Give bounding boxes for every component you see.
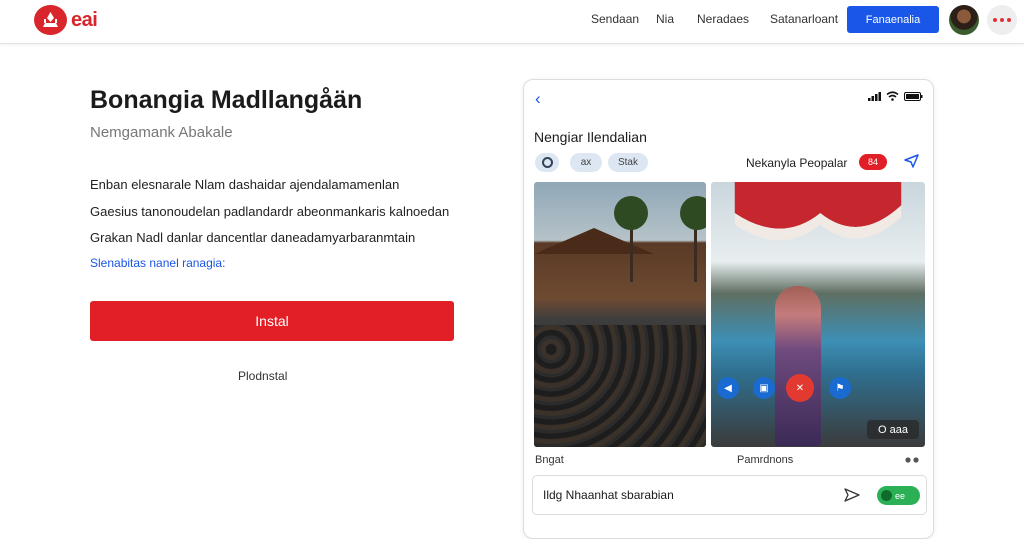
- filter-chip-3[interactable]: Stak: [608, 153, 648, 172]
- flag-control-icon[interactable]: ⚑: [829, 377, 851, 399]
- circle-icon: [541, 157, 553, 168]
- status-dot-icon: [881, 490, 892, 501]
- more-dots-icon[interactable]: [905, 456, 919, 464]
- comment-text[interactable]: Ildg Nhaanhat sbarabian: [543, 488, 674, 502]
- roof-shape: [534, 228, 654, 254]
- nav-link-4[interactable]: Satanarloant: [770, 12, 838, 26]
- details-link[interactable]: Slenabitas nanel ranagia:: [90, 256, 225, 270]
- description-line-3: Grakan Nadl danlar dancentlar daneadamya…: [90, 230, 416, 245]
- page-subtitle: Nemgamank Abakale: [90, 124, 233, 141]
- nav-link-2[interactable]: Nia: [656, 12, 674, 26]
- filter-chip-2[interactable]: ax: [570, 153, 602, 172]
- signal-icon: [868, 91, 881, 101]
- chevron-left-icon[interactable]: ‹: [535, 89, 541, 109]
- event-photo-left[interactable]: [534, 182, 706, 447]
- red-white-drape: [734, 182, 902, 241]
- secondary-install-link[interactable]: Plodnstal: [238, 369, 287, 383]
- live-badge: 84: [859, 154, 887, 170]
- dot-icon: [993, 18, 997, 22]
- end-call-icon[interactable]: ✕: [786, 374, 814, 402]
- brand-emblem-icon: [34, 5, 67, 35]
- app-preview-card: ‹ Nengiar Ilendalian ax Stak Nekanyla Pe…: [523, 79, 934, 539]
- battery-icon: [904, 91, 923, 101]
- brand-name: eai: [71, 8, 98, 31]
- preview-title: Nengiar Ilendalian: [534, 129, 647, 145]
- more-menu-button[interactable]: [987, 5, 1017, 35]
- person-figure: [775, 286, 821, 446]
- caption-center: Pamrdnons: [737, 454, 794, 466]
- nav-link-3[interactable]: Neradaes: [697, 12, 749, 26]
- page-title: Bonangia Madllangåän: [90, 86, 363, 114]
- nav-link-1[interactable]: Sendaan: [591, 12, 639, 26]
- user-avatar[interactable]: [949, 5, 979, 35]
- top-navigation-bar: eai Sendaan Nia Neradaes Satanarloant Fa…: [0, 0, 1024, 44]
- palm-tree: [614, 196, 648, 230]
- install-button[interactable]: Instal: [90, 301, 454, 341]
- send-icon[interactable]: [844, 488, 860, 502]
- filter-chip-circle[interactable]: [535, 153, 559, 172]
- camera-control-icon[interactable]: ▣: [753, 377, 775, 399]
- event-photo-right[interactable]: ◀ ▣ ✕ ⚑ O aaa: [711, 182, 925, 447]
- comment-badge-label: ee: [895, 490, 906, 501]
- palm-tree: [680, 196, 706, 230]
- event-meta-label: Nekanyla Peopalar: [746, 156, 848, 170]
- comment-input-area[interactable]: Ildg Nhaanhat sbarabian ee: [532, 475, 927, 515]
- dot-icon: [1000, 18, 1004, 22]
- brand-logo[interactable]: eai: [34, 5, 98, 35]
- wifi-icon: [886, 91, 899, 101]
- caption-left: Bngat: [535, 454, 564, 466]
- description-line-2: Gaesius tanonoudelan padlandardr abeonma…: [90, 204, 450, 219]
- photo-time-badge: O aaa: [867, 420, 919, 439]
- comment-status-badge[interactable]: ee: [877, 486, 920, 505]
- previous-control-icon[interactable]: ◀: [717, 377, 739, 399]
- dot-icon: [1007, 18, 1011, 22]
- crowd: [534, 325, 706, 447]
- status-bar: [868, 91, 923, 101]
- share-icon[interactable]: [904, 154, 919, 168]
- nav-cta-button[interactable]: Fanaenalia: [847, 6, 939, 33]
- description-line-1: Enban elesnarale Nlam dashaidar ajendala…: [90, 177, 400, 192]
